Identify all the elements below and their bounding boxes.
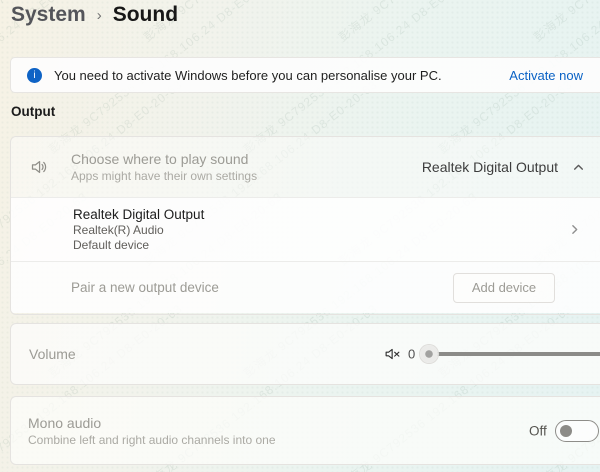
device-name: Realtek Digital Output <box>73 207 205 222</box>
chevron-up-icon <box>572 161 585 174</box>
breadcrumb: System › Sound <box>11 3 178 27</box>
speaker-icon <box>30 157 50 177</box>
add-device-button[interactable]: Add device <box>453 272 555 303</box>
volume-card: Volume 0 <box>10 323 600 385</box>
volume-slider-thumb[interactable] <box>420 345 438 363</box>
chevron-right-icon <box>568 223 581 236</box>
choose-output-subtitle: Apps might have their own settings <box>71 169 258 183</box>
settings-window: 彭海龙 9C792536 192.168.106.24 D8-E0-20-63彭… <box>0 0 600 472</box>
mono-audio-subtitle: Combine left and right audio channels in… <box>28 432 276 447</box>
info-icon: i <box>27 67 42 83</box>
volume-label: Volume <box>29 346 76 362</box>
device-status: Default device <box>73 238 150 252</box>
output-section-heading: Output <box>11 104 56 119</box>
output-device-item[interactable]: Realtek Digital Output Realtek(R) Audio … <box>11 197 600 262</box>
breadcrumb-separator: › <box>96 7 102 24</box>
volume-value: 0 <box>408 346 416 362</box>
mono-audio-text: Mono audio Combine left and right audio … <box>28 415 276 447</box>
activation-banner: i You need to activate Windows before yo… <box>10 57 600 93</box>
mono-audio-toggle[interactable] <box>555 419 599 442</box>
activate-now-link[interactable]: Activate now <box>509 68 583 83</box>
page-title: Sound <box>112 3 179 26</box>
volume-slider[interactable] <box>417 324 600 384</box>
mono-audio-card: Mono audio Combine left and right audio … <box>10 396 600 465</box>
choose-output-row[interactable]: Choose where to play sound Apps might ha… <box>11 137 600 197</box>
pair-device-row: Pair a new output device Add device <box>11 262 600 313</box>
output-device-dropdown[interactable]: Realtek Digital Output <box>422 159 585 175</box>
selected-output-device: Realtek Digital Output <box>421 159 558 175</box>
volume-slider-track <box>429 352 600 356</box>
pair-device-label: Pair a new output device <box>71 280 219 295</box>
device-driver: Realtek(R) Audio <box>73 223 164 237</box>
mono-audio-state: Off <box>529 423 547 438</box>
toggle-knob <box>560 424 572 437</box>
breadcrumb-system[interactable]: System <box>11 3 86 27</box>
activation-message: You need to activate Windows before you … <box>54 67 442 83</box>
mono-audio-title: Mono audio <box>28 414 102 431</box>
choose-output-title: Choose where to play sound <box>71 151 249 167</box>
output-device-info: Realtek Digital Output Realtek(R) Audio … <box>73 207 204 252</box>
choose-output-text: Choose where to play sound Apps might ha… <box>71 151 257 183</box>
output-device-card: Choose where to play sound Apps might ha… <box>10 136 600 315</box>
muted-speaker-icon[interactable] <box>384 346 401 363</box>
